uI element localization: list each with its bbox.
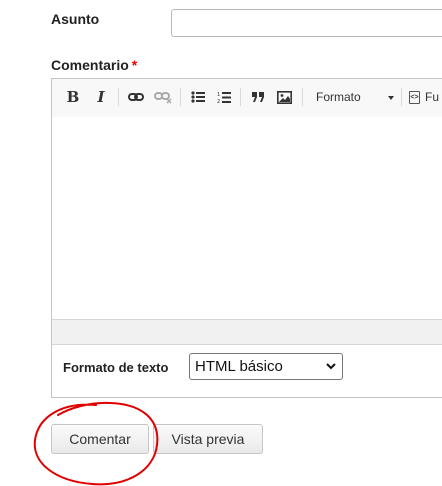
image-button[interactable] — [274, 86, 294, 108]
italic-button[interactable]: I — [92, 86, 110, 108]
toolbar-separator — [240, 88, 241, 106]
format-dropdown-label: Formato — [316, 90, 361, 104]
format-dropdown[interactable]: Formato — [308, 86, 394, 108]
toolbar-separator — [118, 88, 119, 106]
blockquote-button[interactable] — [248, 86, 268, 108]
source-button-label: Fu — [425, 90, 440, 104]
source-button[interactable]: <> Fu — [409, 86, 439, 108]
toolbar-separator — [401, 88, 402, 106]
link-button[interactable] — [126, 86, 146, 108]
subject-input[interactable] — [171, 9, 442, 37]
required-marker: * — [131, 57, 138, 73]
bulleted-list-icon — [191, 91, 205, 103]
editor-content-area[interactable] — [52, 117, 442, 319]
bold-button[interactable]: B — [64, 86, 82, 108]
numbered-list-button[interactable]: 1 2 — [214, 86, 234, 108]
chevron-down-icon — [388, 96, 394, 100]
bulleted-list-button[interactable] — [188, 86, 208, 108]
toolbar-separator — [302, 88, 303, 106]
rich-text-editor: B I 1 2 Formato <> Fu Formato de texto H… — [51, 78, 442, 398]
editor-statusbar — [52, 319, 442, 345]
image-icon — [276, 90, 292, 104]
numbered-list-icon: 1 2 — [217, 91, 231, 104]
blockquote-icon — [252, 92, 264, 102]
svg-text:1: 1 — [217, 92, 220, 98]
comment-label: Comentario * — [51, 57, 137, 73]
comment-form: Asunto Comentario * B I 1 2 Formato <> F… — [0, 0, 442, 486]
comment-label-text: Comentario — [51, 57, 129, 73]
unlink-button[interactable] — [153, 86, 173, 108]
text-format-row: Formato de texto HTML básico — [52, 345, 442, 397]
toolbar-separator — [180, 88, 181, 106]
subject-label: Asunto — [51, 11, 100, 27]
source-icon: <> — [409, 90, 420, 104]
text-format-selected: HTML básico — [195, 358, 283, 375]
italic-icon: I — [97, 88, 105, 106]
editor-toolbar: B I 1 2 Formato <> Fu — [52, 79, 442, 118]
svg-text:2: 2 — [217, 99, 220, 104]
preview-button[interactable]: Vista previa — [153, 424, 263, 454]
submit-comment-button[interactable]: Comentar — [51, 424, 149, 454]
link-icon — [128, 93, 144, 101]
text-format-select[interactable]: HTML básico — [189, 353, 343, 380]
unlink-icon — [154, 92, 172, 104]
text-format-label: Formato de texto — [63, 360, 169, 375]
chevron-down-icon — [326, 363, 336, 370]
bold-icon: B — [66, 88, 80, 106]
